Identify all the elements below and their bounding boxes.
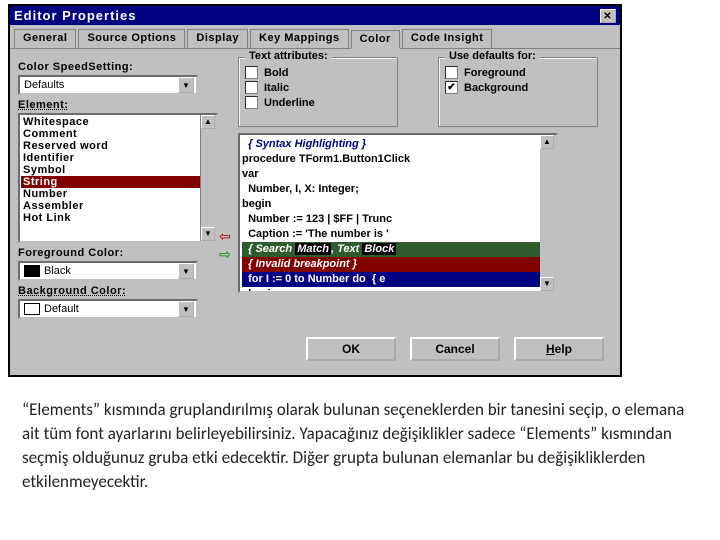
- preview-line: { Invalid breakpoint }: [242, 257, 554, 272]
- scroll-down-icon[interactable]: ▼: [540, 277, 554, 291]
- list-item[interactable]: Number: [21, 188, 215, 200]
- preview-line: begin: [242, 197, 554, 212]
- preview-line: Caption := 'The number is ': [242, 227, 554, 242]
- caption-paragraph: “Elements” kısmında gruplandırılmış olar…: [22, 398, 692, 494]
- chevron-down-icon[interactable]: ▼: [178, 263, 194, 279]
- scroll-down-icon[interactable]: ▼: [201, 227, 215, 241]
- list-item[interactable]: Assembler: [21, 200, 215, 212]
- window-title: Editor Properties: [14, 8, 136, 23]
- scroll-up-icon[interactable]: ▲: [540, 135, 554, 149]
- chevron-down-icon[interactable]: ▼: [178, 301, 194, 317]
- tab-bar: General Source Options Display Key Mappi…: [10, 25, 620, 49]
- text-attributes-group: Text attributes: Bold Italic Underline: [238, 57, 398, 127]
- default-bg-checkbox[interactable]: ✔: [445, 81, 458, 94]
- help-text: elp: [555, 342, 572, 356]
- button-bar: OK Cancel Help: [10, 327, 620, 375]
- fg-swatch-icon: [24, 265, 40, 277]
- close-icon[interactable]: ✕: [600, 9, 616, 23]
- syntax-preview: { Syntax Highlighting } procedure TForm1…: [238, 133, 558, 293]
- preview-line: Number, I, X: Integer;: [242, 182, 554, 197]
- preview-line: procedure TForm1.Button1Click: [242, 152, 554, 167]
- preview-line: var: [242, 167, 554, 182]
- preview-line: Number := 123 | $FF | Trunc: [242, 212, 554, 227]
- editor-properties-dialog: Editor Properties ✕ General Source Optio…: [8, 4, 622, 377]
- fg-color-dropdown[interactable]: Black ▼: [18, 261, 198, 281]
- tab-key-mappings[interactable]: Key Mappings: [250, 29, 349, 48]
- element-label: Element:: [18, 99, 228, 111]
- ok-button[interactable]: OK: [306, 337, 396, 361]
- element-listbox[interactable]: Whitespace Comment Reserved word Identif…: [18, 113, 218, 243]
- list-item[interactable]: Whitespace: [21, 116, 215, 128]
- preview-scrollbar[interactable]: ▲ ▼: [540, 135, 556, 291]
- fg-color-value: Black: [44, 265, 71, 277]
- list-item-selected[interactable]: String: [21, 176, 215, 188]
- help-button[interactable]: Help: [514, 337, 604, 361]
- listbox-scrollbar[interactable]: ▲ ▼: [200, 115, 216, 241]
- underline-checkbox[interactable]: [245, 96, 258, 109]
- chevron-down-icon[interactable]: ▼: [178, 77, 194, 93]
- speed-setting-label: Color SpeedSetting:: [18, 61, 228, 73]
- tab-display[interactable]: Display: [187, 29, 248, 48]
- default-bg-label: Background: [464, 82, 528, 94]
- preview-line: { Syntax Highlighting }: [242, 137, 554, 152]
- italic-label: Italic: [264, 82, 289, 94]
- list-item[interactable]: Reserved word: [21, 140, 215, 152]
- group-title: Text attributes:: [245, 50, 332, 62]
- tab-color[interactable]: Color: [351, 30, 400, 49]
- arrow-next-icon[interactable]: ⇨: [216, 247, 234, 261]
- preview-line: begin: [242, 287, 554, 293]
- preview-line: for I := 0 to Number do { e: [242, 272, 554, 287]
- cancel-button[interactable]: Cancel: [410, 337, 500, 361]
- list-item[interactable]: Symbol: [21, 164, 215, 176]
- list-item[interactable]: Comment: [21, 128, 215, 140]
- list-item[interactable]: Hot Link: [21, 212, 215, 224]
- bg-swatch-icon: [24, 303, 40, 315]
- use-defaults-group: Use defaults for: Foreground ✔Background: [438, 57, 598, 127]
- speed-setting-value: Defaults: [24, 79, 64, 91]
- tab-general[interactable]: General: [14, 29, 76, 48]
- speed-setting-dropdown[interactable]: Defaults ▼: [18, 75, 198, 95]
- bold-label: Bold: [264, 67, 288, 79]
- underline-label: Underline: [264, 97, 315, 109]
- left-column: Color SpeedSetting: Defaults ▼ Element: …: [18, 57, 228, 319]
- bg-color-label: Background Color:: [18, 285, 228, 297]
- arrow-prev-icon[interactable]: ⇦: [216, 229, 234, 243]
- tab-source-options[interactable]: Source Options: [78, 29, 185, 48]
- bg-color-dropdown[interactable]: Default ▼: [18, 299, 198, 319]
- list-item[interactable]: Identifier: [21, 152, 215, 164]
- scroll-up-icon[interactable]: ▲: [201, 115, 215, 129]
- bold-checkbox[interactable]: [245, 66, 258, 79]
- default-fg-label: Foreground: [464, 67, 526, 79]
- color-page-body: Color SpeedSetting: Defaults ▼ Element: …: [10, 49, 620, 327]
- default-fg-checkbox[interactable]: [445, 66, 458, 79]
- bg-color-value: Default: [44, 303, 79, 315]
- preview-line: { Search Match, Text Block: [242, 242, 554, 257]
- tab-code-insight[interactable]: Code Insight: [402, 29, 493, 48]
- fg-color-label: Foreground Color:: [18, 247, 228, 259]
- group-title: Use defaults for:: [445, 50, 540, 62]
- titlebar: Editor Properties ✕: [10, 6, 620, 25]
- italic-checkbox[interactable]: [245, 81, 258, 94]
- right-column: Text attributes: Bold Italic Underline U…: [238, 57, 612, 319]
